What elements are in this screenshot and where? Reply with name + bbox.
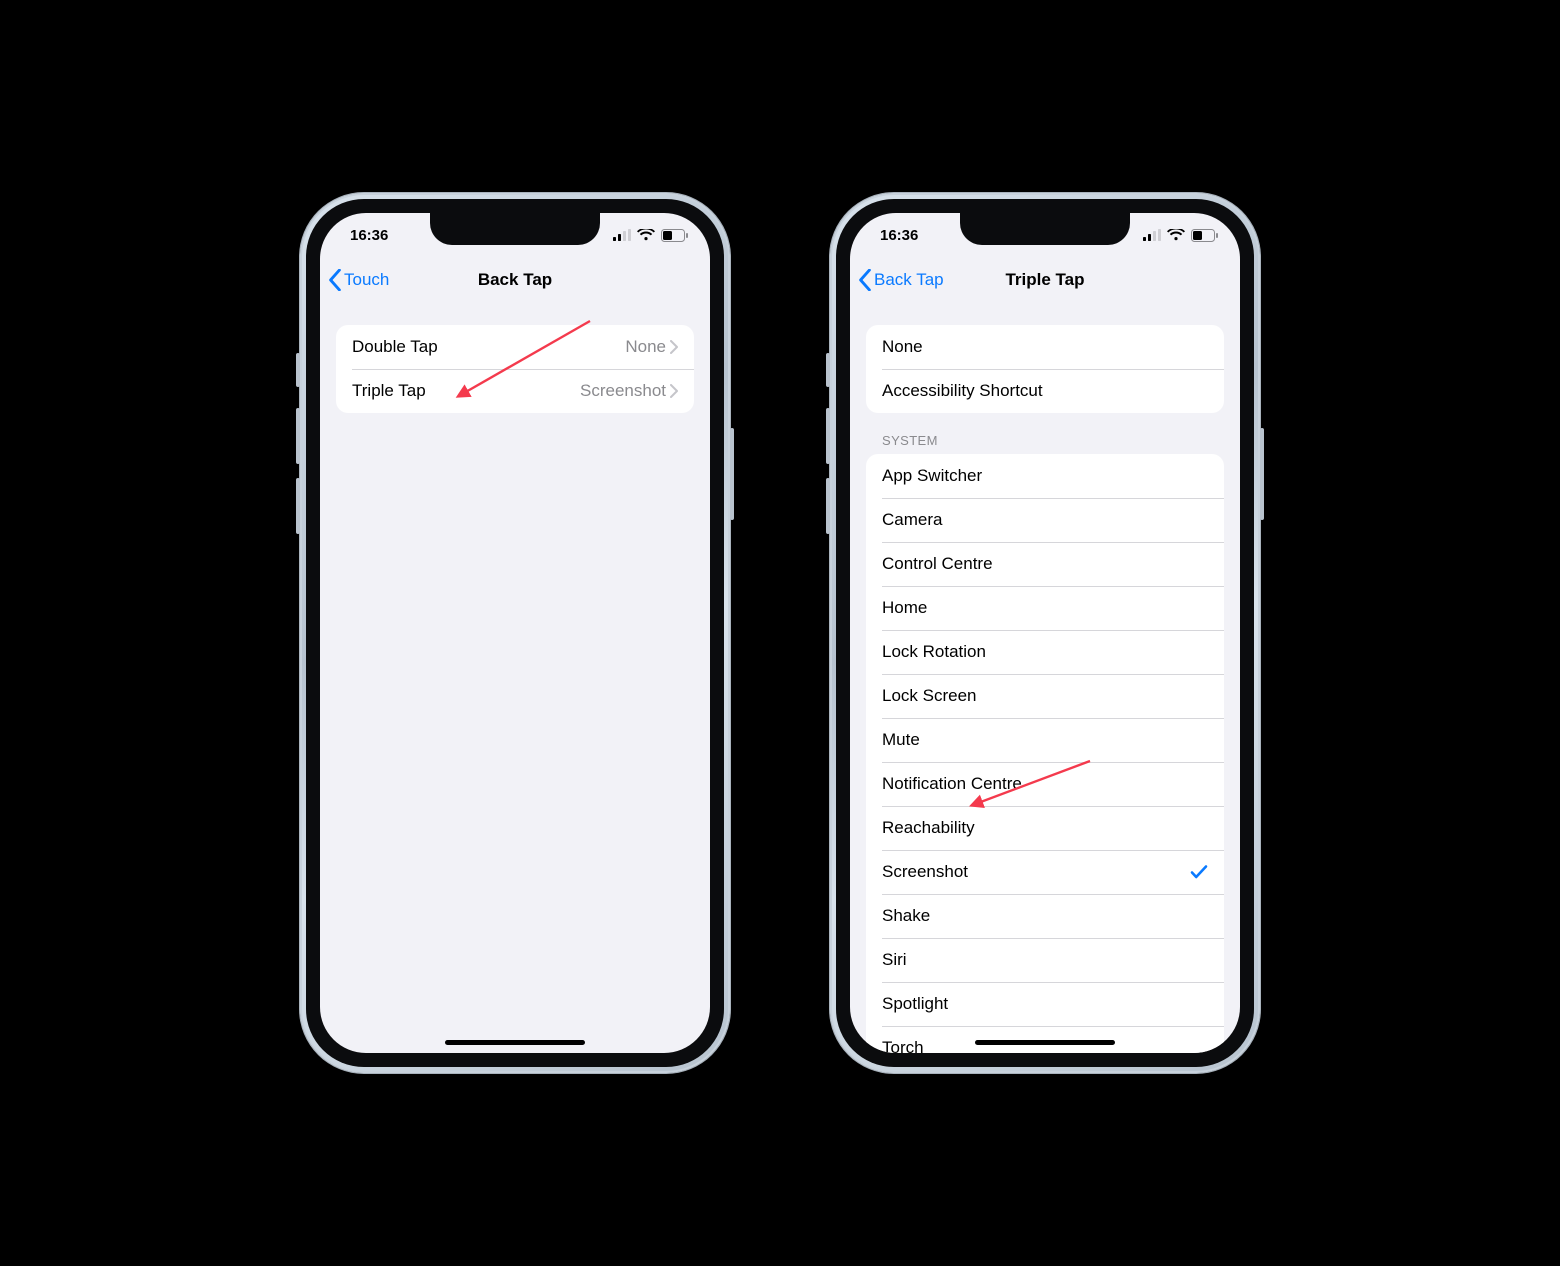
side-button-silent xyxy=(826,353,830,387)
row-label: Control Centre xyxy=(882,554,1208,574)
nav-bar: Touch Back Tap xyxy=(320,257,710,304)
status-time: 16:36 xyxy=(342,227,388,244)
row-label: None xyxy=(882,337,1208,357)
row-option-lock-screen[interactable]: Lock Screen xyxy=(866,674,1224,718)
status-time: 16:36 xyxy=(872,227,918,244)
status-icons xyxy=(613,229,688,242)
row-label: Shake xyxy=(882,906,1208,926)
wifi-icon xyxy=(637,229,655,241)
side-button-vol-up xyxy=(296,408,300,464)
home-indicator[interactable] xyxy=(975,1040,1115,1045)
row-option-shake[interactable]: Shake xyxy=(866,894,1224,938)
system-options-group: App Switcher Camera Control Centre Home … xyxy=(866,454,1224,1053)
nav-back-label: Touch xyxy=(344,270,389,290)
row-detail: None xyxy=(625,337,666,357)
row-label: Triple Tap xyxy=(352,381,580,401)
phone-screen: 16:36 Back Tap Triple Tap xyxy=(850,213,1240,1053)
row-option-notification-centre[interactable]: Notification Centre xyxy=(866,762,1224,806)
side-button-power xyxy=(1260,428,1264,520)
row-option-home[interactable]: Home xyxy=(866,586,1224,630)
row-option-control-centre[interactable]: Control Centre xyxy=(866,542,1224,586)
nav-back-button[interactable]: Touch xyxy=(328,257,389,303)
row-label: Screenshot xyxy=(882,862,1190,882)
row-option-mute[interactable]: Mute xyxy=(866,718,1224,762)
row-label: Mute xyxy=(882,730,1208,750)
canvas: 16:36 Touch Back Tap Doubl xyxy=(0,0,1560,1266)
status-icons xyxy=(1143,229,1218,242)
row-label: Home xyxy=(882,598,1208,618)
nav-bar: Back Tap Triple Tap xyxy=(850,257,1240,304)
chevron-right-icon xyxy=(670,384,678,398)
content-area: Double Tap None Triple Tap Screenshot xyxy=(320,305,710,1053)
backtap-group: Double Tap None Triple Tap Screenshot xyxy=(336,325,694,413)
row-label: Double Tap xyxy=(352,337,625,357)
row-label: Accessibility Shortcut xyxy=(882,381,1208,401)
row-label: Notification Centre xyxy=(882,774,1208,794)
row-option-lock-rotation[interactable]: Lock Rotation xyxy=(866,630,1224,674)
row-option-none[interactable]: None xyxy=(866,325,1224,369)
nav-title: Triple Tap xyxy=(1005,270,1084,290)
row-double-tap[interactable]: Double Tap None xyxy=(336,325,694,369)
side-button-vol-down xyxy=(296,478,300,534)
row-option-accessibility-shortcut[interactable]: Accessibility Shortcut xyxy=(866,369,1224,413)
row-option-siri[interactable]: Siri xyxy=(866,938,1224,982)
row-label: Siri xyxy=(882,950,1208,970)
row-detail: Screenshot xyxy=(580,381,666,401)
home-indicator[interactable] xyxy=(445,1040,585,1045)
row-label: Spotlight xyxy=(882,994,1208,1014)
nav-back-label: Back Tap xyxy=(874,270,944,290)
chevron-right-icon xyxy=(670,340,678,354)
phone-screen: 16:36 Touch Back Tap Doubl xyxy=(320,213,710,1053)
chevron-left-icon xyxy=(858,269,872,291)
chevron-left-icon xyxy=(328,269,342,291)
cellular-icon xyxy=(613,229,631,241)
side-button-silent xyxy=(296,353,300,387)
row-label: Lock Rotation xyxy=(882,642,1208,662)
battery-icon xyxy=(1191,229,1218,242)
phone-left: 16:36 Touch Back Tap Doubl xyxy=(300,193,730,1073)
section-header-system: SYSTEM xyxy=(882,433,1208,448)
battery-icon xyxy=(661,229,688,242)
phone-right: 16:36 Back Tap Triple Tap xyxy=(830,193,1260,1073)
row-label: Lock Screen xyxy=(882,686,1208,706)
wifi-icon xyxy=(1167,229,1185,241)
cellular-icon xyxy=(1143,229,1161,241)
side-button-vol-down xyxy=(826,478,830,534)
row-option-spotlight[interactable]: Spotlight xyxy=(866,982,1224,1026)
content-area[interactable]: None Accessibility Shortcut SYSTEM App S… xyxy=(850,305,1240,1053)
row-option-app-switcher[interactable]: App Switcher xyxy=(866,454,1224,498)
row-label: App Switcher xyxy=(882,466,1208,486)
row-label: Reachability xyxy=(882,818,1208,838)
row-option-screenshot[interactable]: Screenshot xyxy=(866,850,1224,894)
top-options-group: None Accessibility Shortcut xyxy=(866,325,1224,413)
notch xyxy=(430,213,600,245)
side-button-vol-up xyxy=(826,408,830,464)
row-label: Camera xyxy=(882,510,1208,530)
side-button-power xyxy=(730,428,734,520)
checkmark-icon xyxy=(1190,864,1208,880)
nav-title: Back Tap xyxy=(478,270,552,290)
row-option-camera[interactable]: Camera xyxy=(866,498,1224,542)
nav-back-button[interactable]: Back Tap xyxy=(858,257,944,303)
row-triple-tap[interactable]: Triple Tap Screenshot xyxy=(336,369,694,413)
row-option-reachability[interactable]: Reachability xyxy=(866,806,1224,850)
notch xyxy=(960,213,1130,245)
